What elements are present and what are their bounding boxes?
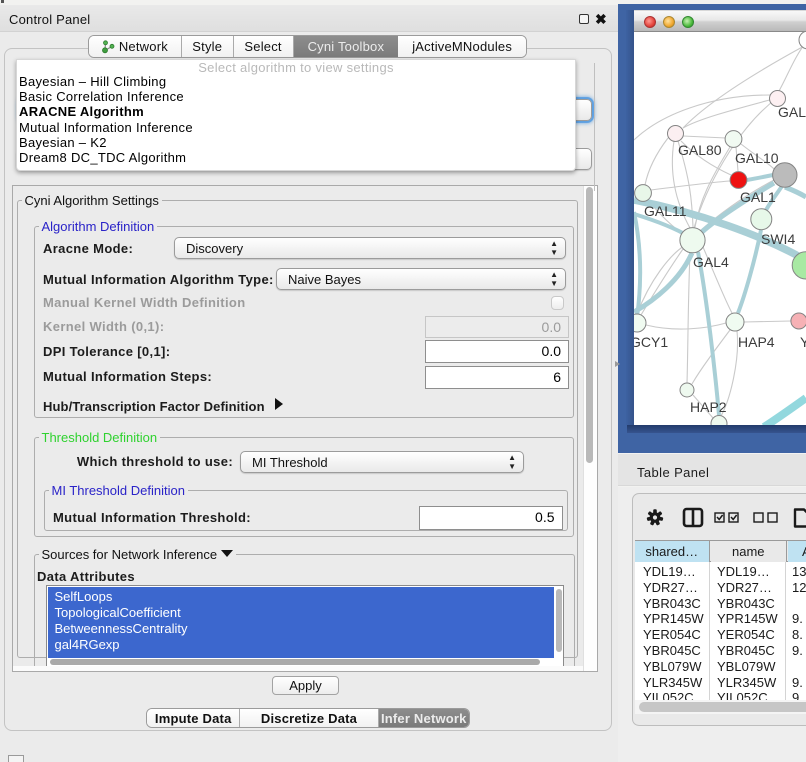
svg-text:Y: Y [800,334,806,350]
svg-text:SWI4: SWI4 [761,231,795,247]
svg-text:GAL80: GAL80 [678,142,722,158]
svg-text:GAL2: GAL2 [778,104,806,120]
svg-text:HAP2: HAP2 [690,399,727,415]
svg-text:HAP4: HAP4 [738,334,775,350]
svg-text:GAL11: GAL11 [644,203,687,219]
svg-text:GCY1: GCY1 [634,334,668,350]
svg-text:GAL1: GAL1 [740,189,776,205]
svg-text:GAL4: GAL4 [693,254,729,270]
svg-text:GAL10: GAL10 [735,150,779,166]
